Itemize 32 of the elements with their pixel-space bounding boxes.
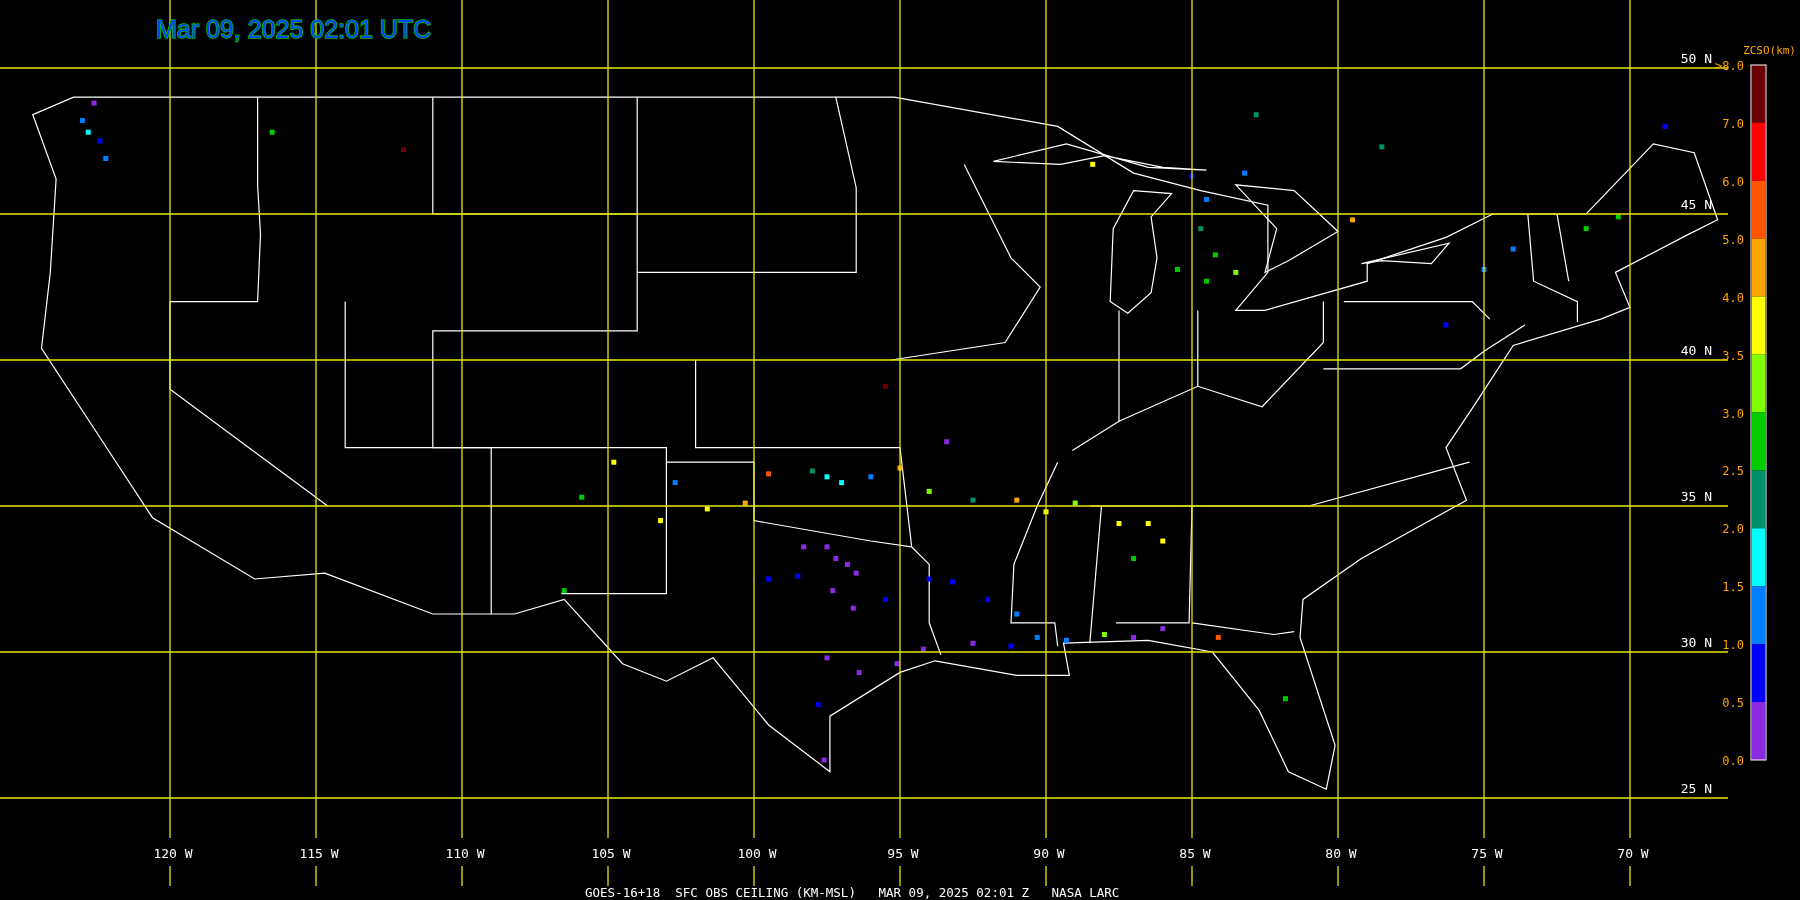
longitude-label: 85 W (1179, 846, 1211, 861)
legend-tick-label: 6.0 (1722, 174, 1744, 189)
longitude-label: 115 W (299, 846, 339, 861)
latitude-label: 25 N (1680, 781, 1712, 796)
legend-tick-label: 1.5 (1722, 580, 1744, 595)
longitude-label: 75 W (1471, 846, 1503, 861)
latitude-label: 35 N (1680, 489, 1712, 504)
latitude-label: 30 N (1680, 635, 1712, 650)
latitude-label: 50 N (1680, 51, 1712, 66)
legend-tick-label: 2.0 (1722, 522, 1744, 537)
longitude-label: 120 W (153, 846, 193, 861)
longitude-label: 110 W (445, 846, 485, 861)
longitude-label: 70 W (1617, 846, 1649, 861)
legend-tick-label: 7.0 (1722, 116, 1744, 131)
legend-tick-label: 1.0 (1722, 638, 1744, 653)
legend-tick-label: 5.0 (1722, 232, 1744, 247)
legend-tick-label: 2.5 (1722, 464, 1744, 479)
latitude-label: 40 N (1680, 343, 1712, 358)
latitude-label: 45 N (1680, 197, 1712, 212)
longitude-label: 100 W (737, 846, 777, 861)
legend-tick-label: 4.0 (1722, 290, 1744, 305)
legend-title: ZCSO(km) (1743, 44, 1796, 57)
legend-tick-label: 3.0 (1722, 406, 1744, 421)
longitude-label: 80 W (1325, 846, 1357, 861)
legend-tick-label: >8.0 (1715, 59, 1744, 73)
longitude-label: 90 W (1033, 846, 1065, 861)
legend-tick-label: 3.5 (1722, 348, 1744, 363)
legend-tick-label: 0.0 (1722, 754, 1744, 768)
longitude-label: 95 W (887, 846, 919, 861)
legend-tick-label: 0.5 (1722, 696, 1744, 711)
map-caption: GOES-16+18 SFC OBS CEILING (KM-MSL) MAR 09, 2025 02:01 Z NASA LARC (585, 885, 1120, 900)
longitude-label: 105 W (591, 846, 631, 861)
